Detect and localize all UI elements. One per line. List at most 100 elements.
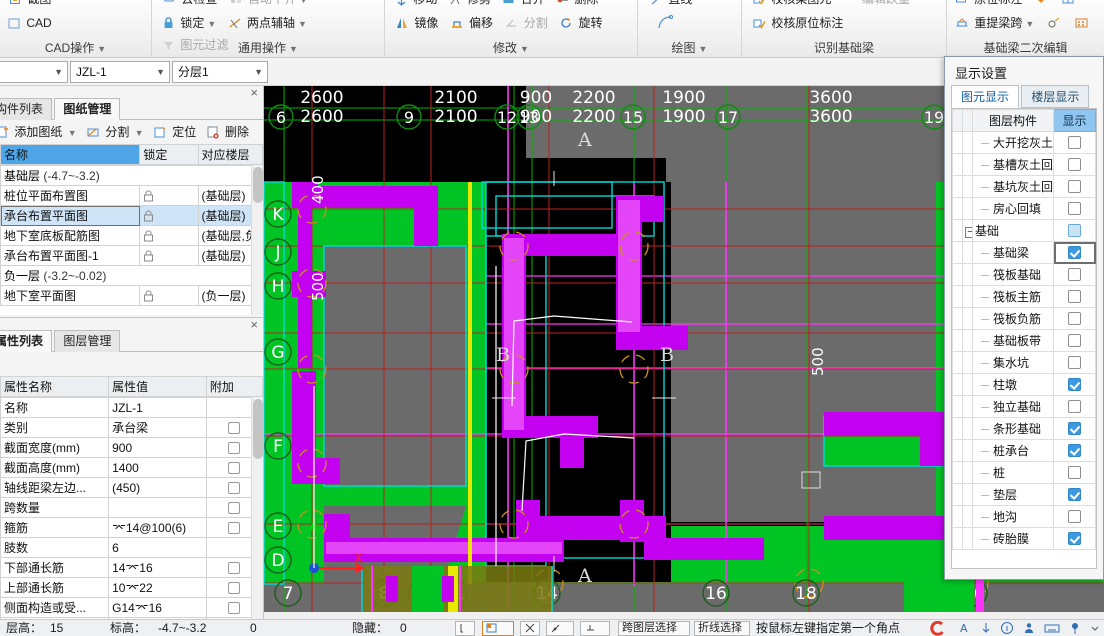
checkbox[interactable] [1068,136,1081,149]
display-settings-grid[interactable]: 图层构件 显示 大开挖灰土... 基槽灰土回填 基坑灰土回填 [951,108,1097,569]
table-row[interactable]: 集水坑 [952,351,1096,374]
lock-cell[interactable] [139,205,199,226]
drawing-table-body[interactable]: 基础层 (-4.7~-3.2) 桩位平面布置图 (基础层) 承台布置平面图 (基… [0,165,263,315]
pin-icon[interactable] [1068,621,1082,635]
display-checkbox-cell[interactable] [1053,417,1096,440]
table-row[interactable]: 下部通长筋 14⌤16 [0,557,263,578]
table-row[interactable]: 砖胎膜 [952,527,1096,550]
checkbox[interactable] [1068,400,1081,413]
ribbon-btn-lock[interactable]: 锁定 ▼ [158,12,220,34]
ribbon-btn-check-inplace-label[interactable]: 校核原位标注 [748,12,847,34]
display-checkbox-cell[interactable] [1053,461,1096,484]
table-row[interactable]: 基础梁 [952,241,1096,264]
checkbox[interactable] [1068,378,1081,391]
info-icon[interactable] [1000,621,1014,635]
table-row[interactable]: 肢数 6 [0,537,263,558]
table-row[interactable]: 柱墩 [952,373,1096,396]
snap-corner-button[interactable] [455,621,475,636]
table-row[interactable]: 桩承台 [952,439,1096,462]
table-row[interactable]: 承台布置平面图-1 (基础层) [0,245,263,266]
table-row[interactable]: 独立基础 [952,395,1096,418]
checkbox[interactable] [1068,422,1081,435]
collapse-icon[interactable]: − [965,227,972,238]
chevron-down-icon[interactable]: ▼ [520,44,529,54]
checkbox[interactable] [1068,180,1081,193]
table-row[interactable]: 承台布置平面图 (基础层) [0,205,263,226]
checkbox[interactable] [1068,268,1081,281]
pointer-icon[interactable] [980,621,992,635]
checkbox[interactable] [1068,466,1081,479]
table-row[interactable]: 基础板带 [952,329,1096,352]
display-checkbox-cell[interactable] [1053,285,1096,308]
ribbon-btn-offset[interactable]: 偏移 [446,12,497,34]
checkbox[interactable] [228,521,241,534]
property-value[interactable]: JZL-1 [108,397,207,418]
layer-combo[interactable]: 分层1 ▼ [172,61,268,83]
display-checkbox-cell[interactable] [1053,241,1096,264]
display-checkbox-cell[interactable] [1053,329,1096,352]
ribbon-btn-auto-align[interactable]: 自动平齐▼ [225,0,312,10]
property-value[interactable]: 900 [108,437,207,458]
lock-cell[interactable] [139,185,199,206]
checkbox[interactable] [228,581,241,594]
table-row[interactable]: 名称 JZL-1 [0,397,263,418]
table-row[interactable]: 桩 [952,461,1096,484]
ribbon-btn-line[interactable]: 直线 [646,0,696,10]
checkbox[interactable] [1068,356,1081,369]
chevron-down-icon[interactable]: ▼ [97,44,106,54]
checkbox[interactable] [1068,532,1081,545]
delete-drawing-button[interactable]: 删除 [203,120,252,144]
property-value[interactable]: 承台梁 [108,417,207,438]
table-row[interactable]: 截面宽度(mm) 900 [0,437,263,458]
display-checkbox-cell[interactable] [1053,439,1096,462]
table-row[interactable]: 箍筋 ⌤14@100(6) [0,517,263,538]
table-row[interactable]: 大开挖灰土... [952,131,1096,154]
ribbon-btn-rotate[interactable]: 旋转 [555,12,606,34]
scrollbar-thumb[interactable] [253,167,263,203]
table-row[interactable]: 筏板主筋 [952,285,1096,308]
tree-expander-cell[interactable]: − [962,219,973,242]
ribbon-btn-mirror[interactable]: 镜像 [391,12,442,34]
table-row[interactable]: 截面高度(mm) 1400 [0,457,263,478]
tab-property-list[interactable]: 属性列表 [0,330,53,352]
ribbon-btn-inplace-label[interactable]: 原位标注 [951,0,1026,10]
ribbon-btn-check-beam-element[interactable]: 校核梁图元 [748,0,835,10]
scrollbar-thumb[interactable] [253,399,263,459]
table-row[interactable]: 桩位平面布置图 (基础层) [0,185,263,206]
drawing-table-scrollbar[interactable] [251,165,263,315]
display-checkbox-cell[interactable] [1053,263,1096,286]
chevron-down-icon[interactable]: ▼ [1025,19,1034,29]
table-row[interactable]: − 基础 [952,219,1096,242]
display-checkbox-cell[interactable] [1053,307,1096,330]
table-row[interactable]: 条形基础 [952,417,1096,440]
display-checkbox-cell[interactable] [1053,351,1096,374]
person-icon[interactable] [1022,621,1036,635]
chevron-down-icon[interactable]: ▼ [156,62,165,82]
chevron-down-icon[interactable]: ▼ [289,44,298,54]
property-value[interactable]: ⌤14@100(6) [108,517,207,538]
table-row[interactable]: 上部通长筋 10⌤22 [0,577,263,598]
chevron-down-icon[interactable]: ▼ [207,19,216,29]
chevron-down-icon[interactable]: ▼ [298,19,307,29]
ribbon-btn-relift-span[interactable]: 重提梁跨 ▼ [951,12,1038,34]
ribbon-btn-trim[interactable]: 修剪 [445,0,495,10]
checkbox[interactable] [228,461,241,474]
display-checkbox-cell[interactable] [1053,175,1096,198]
checkbox[interactable] [228,421,241,434]
display-checkbox-cell[interactable] [1053,197,1096,220]
keyboard-icon[interactable] [1044,621,1060,635]
ribbon-btn-delete[interactable]: 删除 [552,0,602,10]
split-drawing-button[interactable]: 分割 ▼ [83,120,147,144]
display-checkbox-cell[interactable] [1053,527,1096,550]
table-row[interactable]: 筏板负筋 [952,307,1096,330]
table-row[interactable]: 筏板基础 [952,263,1096,286]
tab-element-display[interactable]: 图元显示 [951,85,1020,108]
checkbox[interactable] [228,561,241,574]
tab-layer-manage[interactable]: 图层管理 [54,330,121,352]
cross-layer-select-button[interactable]: 跨图层选择 [618,621,690,636]
ribbon-btn-edit-qty[interactable]: 编辑跃量 [839,0,914,10]
checkbox[interactable] [1068,158,1081,171]
checkbox[interactable] [228,601,241,614]
checkbox[interactable] [1068,510,1081,523]
tab-floor-display[interactable]: 楼层显示 [1021,85,1090,108]
